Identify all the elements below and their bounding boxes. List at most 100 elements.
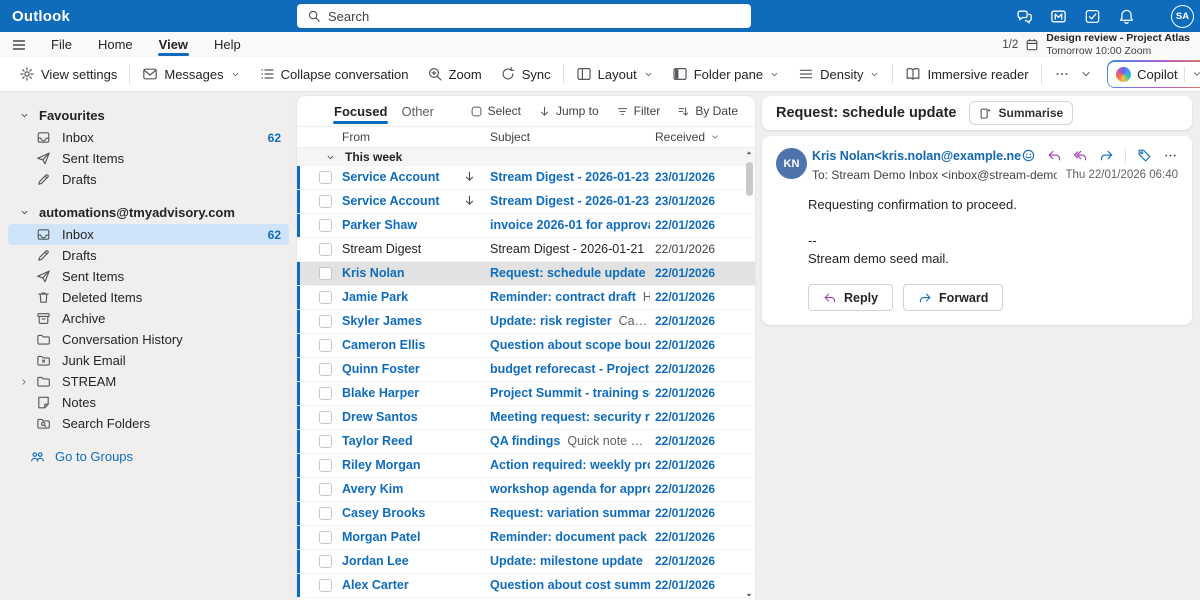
sidebar-item-inbox[interactable]: Inbox62 <box>8 127 289 148</box>
sender-name-email[interactable]: Kris Nolan<kris.nolan@example.net> <box>812 149 1021 163</box>
message-row[interactable]: Riley MorganAction required: weekly prog… <box>297 454 755 478</box>
row-checkbox[interactable] <box>319 363 332 376</box>
row-checkbox[interactable] <box>319 219 332 232</box>
bell-icon[interactable] <box>1118 8 1135 25</box>
sidebar-item-drafts[interactable]: Drafts <box>8 169 289 190</box>
row-checkbox[interactable] <box>319 411 332 424</box>
sidebar-section-favourites[interactable]: Favourites <box>0 104 297 127</box>
row-checkbox[interactable] <box>319 171 332 184</box>
message-row[interactable]: Kris NolanRequest: schedule updateReques… <box>297 262 755 286</box>
menu-item-help[interactable]: Help <box>201 32 254 57</box>
ribbon-button--[interactable] <box>1045 60 1079 88</box>
tab-other[interactable]: Other <box>394 96 441 126</box>
group-header-this-week[interactable]: This week <box>297 148 755 166</box>
forward-icon[interactable] <box>1099 148 1114 163</box>
reply-all-icon[interactable] <box>1073 148 1088 163</box>
tool-by-date[interactable]: By Date <box>670 99 745 123</box>
sidebar-item-archive[interactable]: Archive <box>8 308 289 329</box>
section-chevron-down-icon[interactable] <box>19 207 30 218</box>
row-checkbox[interactable] <box>319 291 332 304</box>
tab-focused[interactable]: Focused <box>327 96 394 126</box>
message-row[interactable]: Quinn Fosterbudget reforecast - Project … <box>297 358 755 382</box>
ribbon-button-sync[interactable]: Sync <box>491 60 560 88</box>
ribbon-button-folder-pane[interactable]: Folder pane <box>663 60 789 88</box>
copilot-button[interactable]: Copilot <box>1107 60 1200 88</box>
message-row[interactable]: Alex CarterQuestion about cost summarySu… <box>297 574 755 598</box>
row-checkbox[interactable] <box>319 387 332 400</box>
tag-icon[interactable] <box>1137 148 1152 163</box>
row-checkbox[interactable] <box>319 195 332 208</box>
menu-item-view[interactable]: View <box>146 32 201 57</box>
sidebar-item-deleted-items[interactable]: Deleted Items <box>8 287 289 308</box>
message-row[interactable]: Service AccountStream Digest - 2026-01-2… <box>297 166 755 190</box>
row-checkbox[interactable] <box>319 267 332 280</box>
tool-filter[interactable]: Filter <box>609 99 668 123</box>
scroll-up-icon[interactable] <box>744 148 754 158</box>
sidebar-item-sent-items[interactable]: Sent Items <box>8 148 289 169</box>
row-checkbox[interactable] <box>319 435 332 448</box>
scrollbar-thumb[interactable] <box>746 162 753 196</box>
row-checkbox[interactable] <box>319 531 332 544</box>
menu-item-file[interactable]: File <box>38 32 85 57</box>
sidebar-item-stream[interactable]: STREAM <box>8 371 289 392</box>
message-row[interactable]: Jordan LeeUpdate: milestone updateCan yo… <box>297 550 755 574</box>
hamburger-menu-icon[interactable] <box>0 32 38 57</box>
row-checkbox[interactable] <box>319 459 332 472</box>
ribbon-button-immersive-reader[interactable]: Immersive reader <box>896 60 1037 88</box>
sidebar-item-inbox[interactable]: Inbox62 <box>8 224 289 245</box>
account-avatar[interactable]: SA <box>1171 5 1194 28</box>
sender-avatar[interactable]: KN <box>776 148 807 179</box>
message-row[interactable]: Parker Shawinvoice 2026-01 for approvalD… <box>297 214 755 238</box>
collapse-ribbon-icon[interactable] <box>1079 67 1093 81</box>
menu-item-home[interactable]: Home <box>85 32 146 57</box>
row-checkbox[interactable] <box>319 483 332 496</box>
sidebar-item-junk-email[interactable]: Junk Email <box>8 350 289 371</box>
message-row[interactable]: Casey BrooksRequest: variation summaryRe… <box>297 502 755 526</box>
row-checkbox[interactable] <box>319 507 332 520</box>
message-row[interactable]: Skyler JamesUpdate: risk registerCan you… <box>297 310 755 334</box>
reply-button[interactable]: Reply <box>808 284 893 311</box>
message-row[interactable]: Avery Kimworkshop agenda for approvalDra… <box>297 478 755 502</box>
copilot-chevron-down-icon[interactable] <box>1191 68 1200 80</box>
sidebar-item-drafts[interactable]: Drafts <box>8 245 289 266</box>
expand-chevron-icon[interactable] <box>19 377 29 387</box>
message-row[interactable]: Blake HarperProject Summit - training sc… <box>297 382 755 406</box>
ribbon-button-zoom[interactable]: Zoom <box>418 60 491 88</box>
todo-icon[interactable] <box>1084 8 1101 25</box>
chat-icon[interactable] <box>1016 8 1033 25</box>
sidebar-item-search-folders[interactable]: Search Folders <box>8 413 289 434</box>
row-checkbox[interactable] <box>319 555 332 568</box>
row-checkbox[interactable] <box>319 315 332 328</box>
sidebar-item-notes[interactable]: Notes <box>8 392 289 413</box>
sidebar-section-account[interactable]: automations@tmyadvisory.com <box>0 201 297 224</box>
go-to-groups-link[interactable]: Go to Groups <box>0 449 297 464</box>
more-options-icon[interactable] <box>1163 148 1178 163</box>
ribbon-button-view-settings[interactable]: View settings <box>10 60 126 88</box>
emoji-reaction-icon[interactable] <box>1021 148 1036 163</box>
ribbon-button-collapse-conversation[interactable]: Collapse conversation <box>250 60 418 88</box>
ribbon-button-density[interactable]: Density <box>789 60 889 88</box>
message-row[interactable]: Morgan PatelReminder: document packHeads… <box>297 526 755 550</box>
message-row[interactable]: Drew SantosMeeting request: security rev… <box>297 406 755 430</box>
search-box[interactable] <box>297 4 751 28</box>
meet-icon[interactable] <box>1050 8 1067 25</box>
search-input[interactable] <box>328 9 741 24</box>
message-row[interactable]: Service AccountStream Digest - 2026-01-2… <box>297 190 755 214</box>
tool-jump-to[interactable]: Jump to <box>531 99 606 123</box>
ribbon-button-messages[interactable]: Messages <box>133 60 249 88</box>
ribbon-button-layout[interactable]: Layout <box>567 60 663 88</box>
forward-button[interactable]: Forward <box>903 284 1003 311</box>
sidebar-item-sent-items[interactable]: Sent Items <box>8 266 289 287</box>
summarise-button[interactable]: Summarise <box>969 101 1073 125</box>
tool-select[interactable]: Select <box>463 99 528 123</box>
scroll-down-icon[interactable] <box>744 590 754 600</box>
row-checkbox[interactable] <box>319 579 332 592</box>
list-scrollbar[interactable] <box>743 148 755 600</box>
row-checkbox[interactable] <box>319 339 332 352</box>
message-row[interactable]: Stream DigestStream Digest - 2026-01-21S… <box>297 238 755 262</box>
sidebar-item-conversation-history[interactable]: Conversation History <box>8 329 289 350</box>
reminder-card[interactable]: Design review - Project Atlas Tomorrow 1… <box>1046 33 1190 57</box>
reply-icon[interactable] <box>1047 148 1062 163</box>
column-from[interactable]: From <box>342 130 370 144</box>
column-subject[interactable]: Subject <box>490 130 530 144</box>
